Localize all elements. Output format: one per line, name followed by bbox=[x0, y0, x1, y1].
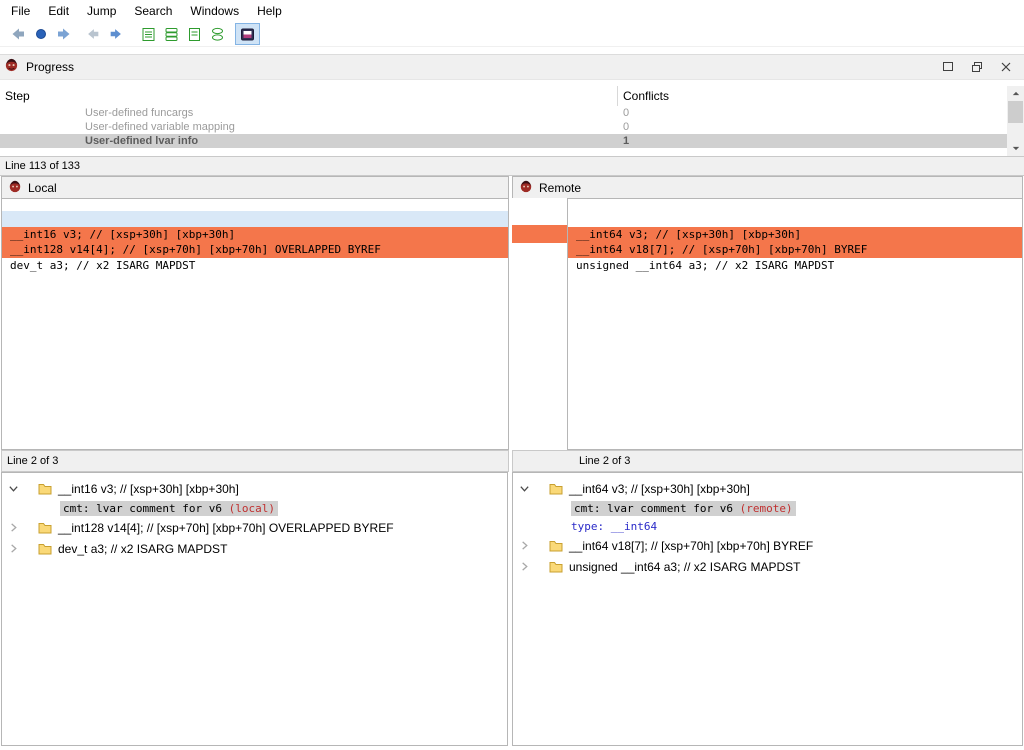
progress-window-title: Progress bbox=[26, 60, 74, 74]
chevron-right-icon[interactable] bbox=[8, 522, 22, 533]
progress-window-titlebar: Progress bbox=[0, 54, 1024, 80]
chevron-down-icon[interactable] bbox=[519, 483, 533, 494]
menu-windows[interactable]: Windows bbox=[181, 1, 248, 21]
close-icon[interactable] bbox=[991, 57, 1020, 77]
code-line-conflict[interactable]: __int128 v14[4]; // [xsp+70h] [xbp+70h] … bbox=[2, 242, 508, 258]
menu-edit[interactable]: Edit bbox=[39, 1, 78, 21]
scrollbar-thumb[interactable] bbox=[1008, 101, 1023, 123]
code-line[interactable] bbox=[568, 211, 1022, 227]
history-forward-icon[interactable] bbox=[104, 23, 127, 45]
table-scrollbar[interactable] bbox=[1007, 86, 1024, 156]
open-structures-window-icon[interactable] bbox=[206, 23, 229, 45]
step-cell: User-defined lvar info bbox=[0, 134, 617, 148]
folder-icon bbox=[38, 543, 52, 555]
table-row-selected[interactable]: User-defined lvar info 1 bbox=[0, 134, 1007, 148]
line-status-bar: Line 113 of 133 bbox=[0, 156, 1024, 176]
menu-file[interactable]: File bbox=[2, 1, 39, 21]
code-line-conflict[interactable]: __int16 v3; // [xsp+30h] [xbp+30h] bbox=[2, 227, 508, 243]
code-line-conflict[interactable]: __int64 v3; // [xsp+30h] [xbp+30h] bbox=[568, 227, 1022, 243]
folder-icon bbox=[549, 561, 563, 573]
comment-source: (remote) bbox=[740, 502, 793, 515]
chevron-right-icon[interactable] bbox=[8, 543, 22, 554]
chevron-right-icon[interactable] bbox=[519, 561, 533, 572]
tree-node-label: __int128 v14[4]; // [xsp+70h] [xbp+70h] … bbox=[58, 521, 394, 535]
scroll-down-icon[interactable] bbox=[1007, 141, 1024, 156]
tree-detail-comment[interactable]: cmt: lvar comment for v6 (local) bbox=[2, 499, 507, 517]
folder-icon bbox=[549, 483, 563, 495]
comment-text: cmt: lvar comment for v6 bbox=[63, 502, 229, 515]
table-header: Step Conflicts bbox=[0, 86, 1007, 106]
tree-node-collapsed[interactable]: dev_t a3; // x2 ISARG MAPDST bbox=[2, 538, 507, 559]
comment-text: cmt: lvar comment for v6 bbox=[574, 502, 740, 515]
ida-logo-icon bbox=[519, 179, 533, 196]
float-window-icon[interactable] bbox=[962, 57, 991, 77]
local-line-status-bar: Line 2 of 3 bbox=[1, 450, 509, 472]
tree-node-label: __int16 v3; // [xsp+30h] [xbp+30h] bbox=[58, 482, 239, 496]
diff-gutter-conflict-marker bbox=[512, 225, 567, 243]
ida-logo-icon bbox=[4, 57, 19, 77]
scroll-up-icon[interactable] bbox=[1007, 86, 1024, 101]
conflicts-cell: 1 bbox=[617, 134, 629, 148]
tree-node-collapsed[interactable]: __int64 v18[7]; // [xsp+70h] [xbp+70h] B… bbox=[513, 535, 1022, 556]
code-line-conflict[interactable]: __int64 v18[7]; // [xsp+70h] [xbp+70h] B… bbox=[568, 242, 1022, 258]
merge-steps-table: Step Conflicts User-defined funcargs 0 U… bbox=[0, 86, 1007, 156]
tree-node-label: __int64 v18[7]; // [xsp+70h] [xbp+70h] B… bbox=[569, 539, 813, 553]
local-pane-header: Local bbox=[1, 176, 509, 198]
local-merge-tree: __int16 v3; // [xsp+30h] [xbp+30h] cmt: … bbox=[1, 472, 508, 746]
open-list-window-icon[interactable] bbox=[137, 23, 160, 45]
remote-pane-header: Remote bbox=[512, 176, 1023, 198]
type-text: type: __int64 bbox=[571, 520, 657, 533]
folder-icon bbox=[38, 483, 52, 495]
maximize-icon[interactable] bbox=[933, 57, 962, 77]
tree-node-expanded[interactable]: __int16 v3; // [xsp+30h] [xbp+30h] bbox=[2, 478, 507, 499]
conflicts-cell: 0 bbox=[617, 120, 629, 134]
table-row[interactable]: User-defined funcargs 0 bbox=[0, 106, 1007, 120]
folder-icon bbox=[549, 540, 563, 552]
remote-pane-title: Remote bbox=[539, 181, 581, 195]
remote-merge-tree: __int64 v3; // [xsp+30h] [xbp+30h] cmt: … bbox=[512, 472, 1023, 746]
tree-detail-comment[interactable]: cmt: lvar comment for v6 (remote) bbox=[513, 499, 1022, 517]
nav-forward-icon[interactable] bbox=[52, 23, 75, 45]
menu-jump[interactable]: Jump bbox=[78, 1, 125, 21]
comment-source: (local) bbox=[229, 502, 275, 515]
menu-search[interactable]: Search bbox=[125, 1, 181, 21]
diff-gutter bbox=[512, 198, 567, 450]
open-names-window-icon[interactable] bbox=[183, 23, 206, 45]
tree-node-collapsed[interactable]: __int128 v14[4]; // [xsp+70h] [xbp+70h] … bbox=[2, 517, 507, 538]
chevron-down-icon[interactable] bbox=[8, 483, 22, 494]
column-header-conflicts[interactable]: Conflicts bbox=[617, 86, 1007, 106]
window-controls bbox=[933, 57, 1020, 77]
code-line-selected[interactable] bbox=[2, 211, 508, 227]
tree-node-label: __int64 v3; // [xsp+30h] [xbp+30h] bbox=[569, 482, 750, 496]
comment-conflict-chip: cmt: lvar comment for v6 (remote) bbox=[571, 501, 796, 516]
local-pane-title: Local bbox=[28, 181, 57, 195]
tree-node-label: dev_t a3; // x2 ISARG MAPDST bbox=[58, 542, 227, 556]
toolbar bbox=[0, 22, 1024, 47]
merge-progress-window-icon[interactable] bbox=[235, 23, 260, 45]
code-line[interactable]: dev_t a3; // x2 ISARG MAPDST bbox=[2, 258, 508, 274]
folder-icon bbox=[38, 522, 52, 534]
nav-current-position-icon[interactable] bbox=[29, 23, 52, 45]
menu-help[interactable]: Help bbox=[248, 1, 291, 21]
table-row[interactable]: User-defined variable mapping 0 bbox=[0, 120, 1007, 134]
nav-back-icon[interactable] bbox=[6, 23, 29, 45]
history-back-icon[interactable] bbox=[81, 23, 104, 45]
tree-node-label: unsigned __int64 a3; // x2 ISARG MAPDST bbox=[569, 560, 800, 574]
step-cell: User-defined funcargs bbox=[0, 106, 617, 120]
code-line[interactable]: unsigned __int64 a3; // x2 ISARG MAPDST bbox=[568, 258, 1022, 274]
chevron-right-icon[interactable] bbox=[519, 540, 533, 551]
open-segments-window-icon[interactable] bbox=[160, 23, 183, 45]
conflicts-cell: 0 bbox=[617, 106, 629, 120]
tree-node-expanded[interactable]: __int64 v3; // [xsp+30h] [xbp+30h] bbox=[513, 478, 1022, 499]
menu-bar: File Edit Jump Search Windows Help bbox=[0, 0, 1024, 22]
tree-node-collapsed[interactable]: unsigned __int64 a3; // x2 ISARG MAPDST bbox=[513, 556, 1022, 577]
local-code-pane: __int16 v3; // [xsp+30h] [xbp+30h] __int… bbox=[1, 198, 509, 450]
comment-conflict-chip: cmt: lvar comment for v6 (local) bbox=[60, 501, 278, 516]
ida-logo-icon bbox=[8, 179, 22, 196]
remote-line-status-bar: Line 2 of 3 bbox=[512, 450, 1023, 472]
remote-code-pane: __int64 v3; // [xsp+30h] [xbp+30h] __int… bbox=[567, 198, 1023, 450]
step-cell: User-defined variable mapping bbox=[0, 120, 617, 134]
column-header-step[interactable]: Step bbox=[0, 86, 617, 106]
tree-detail-type[interactable]: type: __int64 bbox=[513, 517, 1022, 535]
